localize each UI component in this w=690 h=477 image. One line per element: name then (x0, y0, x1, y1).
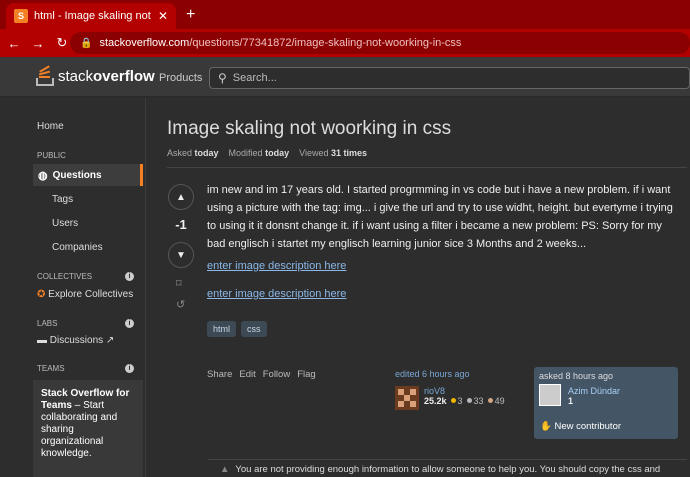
browser-tab[interactable]: S html - Image skaling not woorkin ✕ (6, 3, 176, 29)
share-link[interactable]: Share (207, 369, 232, 380)
sidebar-item-tags[interactable]: Tags (52, 194, 73, 205)
bookmark-icon[interactable]: ⌑ (176, 277, 182, 290)
comment: ▲ You are not providing enough informatio… (208, 459, 690, 475)
sidebar-item-questions[interactable]: ◍ Questions (33, 164, 143, 186)
image-link[interactable]: enter image description here (207, 260, 346, 272)
sidebar-heading-labs: LABS (37, 319, 58, 328)
lock-icon: 🔒 (80, 37, 93, 49)
external-link-icon: ↗ (105, 335, 115, 346)
asker-card: asked 8 hours ago Azim Dündar 1 ✋ New co… (534, 367, 678, 439)
edit-link[interactable]: Edit (239, 369, 255, 380)
browser-toolbar: ← → ↻ 🔒 stackoverflow.com/questions/7734… (0, 29, 690, 57)
sidebar-heading-collectives: COLLECTIVES (37, 272, 93, 281)
url-host: stackoverflow.com (99, 37, 190, 49)
comment-upvote-icon[interactable]: ▲ (220, 464, 229, 475)
back-icon[interactable]: ← (2, 36, 26, 51)
post-actions: Share Edit Follow Flag (207, 369, 316, 380)
info-icon[interactable]: i (125, 272, 134, 281)
stackoverflow-favicon-icon: S (14, 9, 28, 23)
downvote-button[interactable]: ▼ (168, 242, 194, 268)
sidebar-item-explore-collectives[interactable]: ✪ Explore Collectives (37, 289, 133, 300)
sidebar-heading-public: PUBLIC (37, 151, 66, 160)
up-arrow-icon: ▲ (176, 191, 186, 203)
site-logo[interactable]: stackoverflow (36, 65, 155, 86)
vote-count: -1 (175, 217, 187, 232)
new-contributor-badge[interactable]: ✋ New contributor (540, 421, 621, 432)
browser-tab-strip: S html - Image skaling not woorkin ✕ + (0, 0, 690, 29)
url-path: /questions/77341872/image-skaling-not-wo… (189, 37, 462, 49)
upvote-button[interactable]: ▲ (168, 184, 194, 210)
edited-time[interactable]: edited 6 hours ago (395, 369, 525, 379)
asker-name[interactable]: Azim Dündar (568, 386, 620, 396)
globe-icon: ◍ (38, 169, 48, 182)
gold-badge-icon (450, 398, 456, 403)
editor-reputation: 25.2k 3 33 49 (424, 396, 505, 406)
address-bar[interactable]: 🔒 stackoverflow.com/questions/77341872/i… (70, 32, 690, 54)
viewed-value: 31 times (330, 148, 368, 158)
comment-text: You are not providing enough information… (235, 464, 661, 475)
bronze-badge-icon (487, 398, 493, 403)
asked-time: asked 8 hours ago (539, 371, 614, 381)
sidebar-item-users[interactable]: Users (52, 218, 78, 229)
down-arrow-icon: ▼ (176, 249, 186, 261)
avatar[interactable] (395, 386, 419, 410)
products-menu[interactable]: Products (159, 72, 202, 84)
info-icon[interactable]: i (125, 319, 134, 328)
tag-css[interactable]: css (241, 321, 267, 337)
logo-text-plain: stack (58, 67, 94, 85)
wave-icon: ✋ (540, 421, 552, 432)
tag-html[interactable]: html (207, 321, 237, 337)
sidebar-item-companies[interactable]: Companies (52, 242, 103, 253)
sidebar-item-discussions[interactable]: ▬ Discussions ↗ (37, 335, 114, 346)
discussions-icon: ▬ (37, 335, 47, 346)
avatar[interactable] (539, 384, 561, 406)
new-tab-icon[interactable]: + (186, 6, 195, 24)
follow-link[interactable]: Follow (263, 369, 290, 380)
close-tab-icon[interactable]: ✕ (158, 9, 168, 23)
collectives-icon: ✪ (37, 289, 46, 300)
silver-badge-icon (466, 398, 472, 403)
flag-link[interactable]: Flag (297, 369, 315, 380)
modified-label: Modified (228, 148, 263, 158)
sidebar-item-home[interactable]: Home (37, 121, 64, 132)
teams-promo: Stack Overflow for Teams – Start collabo… (33, 380, 143, 477)
search-box[interactable]: ⚲ (209, 67, 690, 89)
sidebar-heading-teams: TEAMS (37, 364, 65, 373)
asked-label: Asked (167, 148, 193, 158)
image-link[interactable]: enter image description here (207, 288, 346, 300)
search-input[interactable] (232, 72, 433, 84)
modified-value: today (265, 148, 290, 158)
left-sidebar: Home PUBLIC ◍ Questions Tags Users Compa… (0, 98, 146, 477)
forward-icon[interactable]: → (26, 36, 50, 51)
viewed-label: Viewed (299, 148, 329, 158)
question-body: im new and im 17 years old. I started pr… (207, 184, 673, 250)
sidebar-item-label: Questions (52, 169, 102, 181)
question-meta: Asked today Modified today Viewed 31 tim… (167, 148, 367, 158)
divider (167, 167, 690, 168)
editor-name[interactable]: rioV8 (424, 386, 505, 396)
asker-reputation: 1 (568, 396, 574, 406)
logo-text-bold: overflow (93, 67, 155, 85)
tag-list: html css (207, 321, 267, 337)
browser-tab-title: html - Image skaling not woorkin (34, 10, 152, 22)
question-title[interactable]: Image skaling not woorking in css (167, 118, 451, 140)
stackoverflow-logo-icon (36, 65, 54, 86)
history-icon[interactable]: ↺ (176, 298, 185, 311)
search-icon: ⚲ (218, 71, 227, 85)
asked-value: today (194, 148, 219, 158)
info-icon[interactable]: i (125, 364, 134, 373)
editor-card: edited 6 hours ago rioV8 25.2k 3 33 49 (395, 369, 525, 410)
